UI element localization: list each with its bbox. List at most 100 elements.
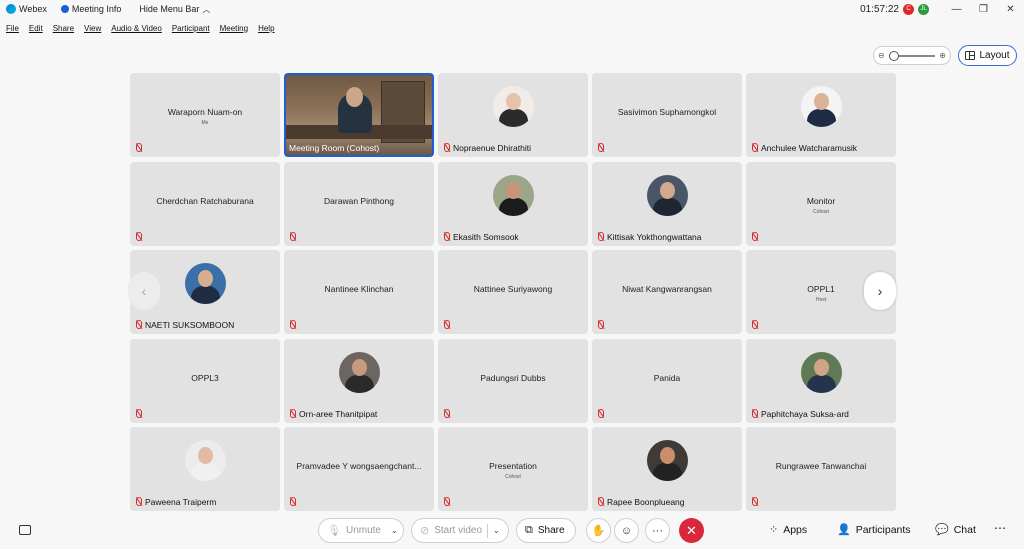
avatar [801,86,842,127]
participant-tile[interactable]: Nattinee Suriyawong [438,250,588,334]
hide-menu-bar-label: Hide Menu Bar [139,4,200,14]
more-options-button[interactable]: ··· [645,518,670,543]
video-person-face [346,87,363,107]
close-icon[interactable]: ✕ [997,4,1024,15]
user-avatar[interactable]: JL [918,3,929,15]
participant-tile[interactable]: Ekasith Somsook [438,161,588,246]
menu-help[interactable]: Help [258,24,274,33]
apps-button[interactable]: ⁘ Apps [769,523,808,537]
hide-menu-bar-button[interactable]: Hide Menu Bar ︿ [139,4,210,15]
participant-tile[interactable]: Nopraenue Dhirathiti [438,73,588,157]
meeting-info-label: Meeting Info [71,4,122,14]
participant-name: Cherdchan Ratchaburana [156,195,254,206]
participant-tile[interactable]: Monitor Cohost [746,161,896,246]
zoom-control[interactable]: ⊖ ⊕ [873,46,951,65]
zoom-slider[interactable] [888,50,936,61]
muted-microphone-icon [443,231,450,242]
muted-microphone-icon [443,143,450,153]
start-video-button[interactable]: ⊘ Start video ⌄ [411,518,509,543]
muted-microphone-icon [135,231,142,242]
muted-microphone-icon [751,320,758,330]
tile-footer [597,320,604,330]
meeting-info-button[interactable]: Meeting Info [60,4,122,14]
tile-footer [289,497,296,507]
participant-role: Cohost [505,474,521,480]
participant-name: Monitor [806,195,836,206]
participant-tile[interactable]: Niwat Kangwanrangsan [592,250,742,334]
restore-icon[interactable]: ❐ [970,4,997,15]
participant-name: Kittisak Yokthongwattana [607,231,702,242]
participant-tile[interactable]: Panida [592,338,742,423]
participant-tile[interactable]: Orn-aree Thanitpipat [284,338,434,423]
share-button[interactable]: ⧉ Share [516,518,576,543]
menu-participant[interactable]: Participant [172,24,210,33]
raise-hand-button[interactable]: ✋ [586,518,611,543]
menu-file[interactable]: File [6,24,19,33]
participant-name: Meeting Room (Cohost) [289,143,380,153]
reactions-button[interactable]: ☺ [614,518,639,543]
captions-icon[interactable] [19,525,31,535]
muted-microphone-icon [751,143,758,153]
apps-label: Apps [783,523,808,536]
chat-button[interactable]: 💬 Chat [935,523,976,537]
chevron-down-icon[interactable]: ⌄ [493,526,500,535]
menu-meeting[interactable]: Meeting [220,24,248,33]
tile-footer [289,231,296,242]
tile-footer [597,408,604,419]
participant-tile[interactable]: Kittisak Yokthongwattana [592,161,742,246]
tile-footer [443,497,450,507]
participant-tile[interactable]: Rapee Boonplueang [592,427,742,511]
tile-footer: Rapee Boonplueang [597,497,685,507]
unmute-button[interactable]: 🎙 Unmute ⌄ [318,518,404,543]
previous-page-button[interactable]: ‹ [128,272,160,310]
webex-logo-icon [6,4,16,14]
participant-tile[interactable]: Waraporn Nuam-on Me [130,73,280,157]
tile-footer: Anchulee Watcharamusik [751,143,857,153]
tile-footer: Ekasith Somsook [443,231,519,242]
participant-tile[interactable]: OPPL3 [130,338,280,423]
participant-tile[interactable]: Anchulee Watcharamusik [746,73,896,157]
avatar [647,440,688,481]
menu-edit[interactable]: Edit [29,24,43,33]
video-tile[interactable]: Meeting Room (Cohost) [284,73,434,157]
tile-footer [751,320,758,330]
chevron-right-icon: › [877,283,883,299]
participant-tile[interactable]: Darawan Pinthong [284,161,434,246]
participant-tile[interactable]: Paphitchaya Suksa-ard [746,338,896,423]
participant-tile[interactable]: Sasivimon Suphamongkol [592,73,742,157]
participant-tile[interactable]: Paweena Traiperm [130,427,280,511]
avatar [801,351,842,393]
participant-tile[interactable]: Presentation Cohost [438,427,588,511]
participant-name: Padungsri Dubbs [480,372,546,383]
tile-footer [135,143,142,153]
minimize-icon[interactable]: — [943,4,970,15]
participant-name: NAETI SUKSOMBOON [145,320,235,330]
end-meeting-button[interactable]: ✕ [679,518,704,543]
participants-button[interactable]: 👤 Participants [837,523,911,537]
participant-name: Presentation [489,461,537,471]
next-page-button[interactable]: › [864,272,896,310]
zoom-in-icon[interactable]: ⊕ [939,51,946,60]
participant-tile[interactable]: Padungsri Dubbs [438,338,588,423]
avatar [647,174,688,216]
more-icon[interactable]: ⋯ [994,521,1006,535]
muted-microphone-icon [289,320,296,330]
menu-audio-video[interactable]: Audio & Video [111,24,162,33]
layout-button[interactable]: Layout [958,45,1017,66]
start-video-label: Start video [434,525,483,536]
participant-name: Orn-aree Thanitpipat [299,408,378,419]
menu-view[interactable]: View [84,24,101,33]
participant-tile[interactable]: Rungrawee Tanwanchai [746,427,896,511]
participant-tile[interactable]: Cherdchan Ratchaburana [130,161,280,246]
participant-tile[interactable]: Pramvadee Y wongsaengchant... [284,427,434,511]
app-name: Webex [19,4,47,14]
zoom-out-icon[interactable]: ⊖ [878,51,885,60]
menu-share[interactable]: Share [53,24,74,33]
recording-indicator[interactable]: C [903,3,914,15]
muted-microphone-icon [597,497,604,507]
participant-tile[interactable]: Nantinee Klinchan [284,250,434,334]
muted-microphone-icon [597,408,604,419]
chevron-down-icon[interactable]: ⌄ [391,526,398,535]
avatar [493,86,534,127]
zoom-slider-handle[interactable] [888,50,899,61]
